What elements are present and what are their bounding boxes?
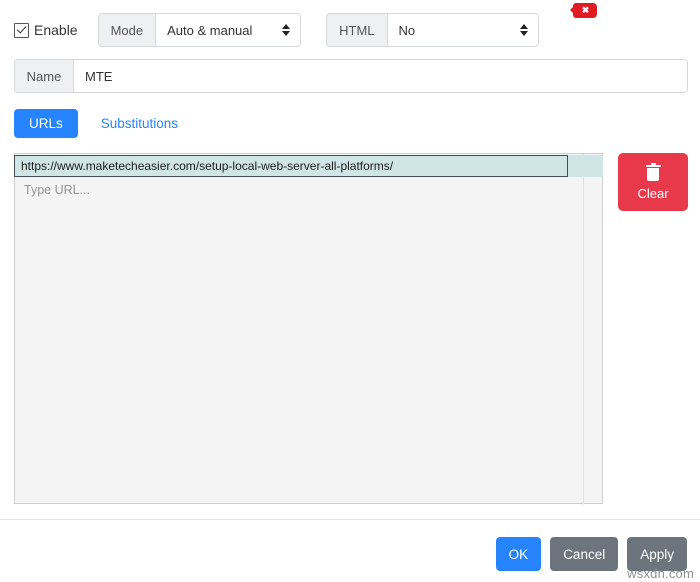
mode-select-value: Auto & manual: [167, 22, 253, 38]
list-column-divider: [583, 154, 584, 505]
new-url-input[interactable]: Type URL...: [16, 179, 567, 201]
delete-url-glyph: ✖: [581, 5, 590, 15]
chevron-updown-icon: [282, 23, 291, 37]
checkbox-checked-icon[interactable]: [14, 22, 29, 38]
enable-checkbox[interactable]: Enable: [14, 12, 78, 48]
name-label: Name: [15, 60, 74, 92]
name-field-group: Name MTE: [14, 59, 688, 93]
mode-field-group: Mode Auto & manual: [97, 13, 302, 47]
html-select[interactable]: No: [387, 14, 538, 46]
enable-label: Enable: [34, 22, 78, 38]
footer-divider: [0, 519, 700, 520]
chevron-updown-icon: [519, 23, 529, 37]
mode-select[interactable]: Auto & manual: [156, 14, 301, 46]
cancel-button[interactable]: Cancel: [550, 537, 619, 571]
url-list-panel: [14, 153, 603, 505]
tab-urls[interactable]: URLs: [14, 108, 78, 139]
url-list-item[interactable]: https://www.maketecheasier.com/setup-loc…: [14, 155, 603, 177]
clear-button[interactable]: Clear: [618, 153, 688, 211]
tab-substitutions[interactable]: Substitutions: [86, 109, 193, 139]
trash-icon: [645, 162, 661, 182]
clear-button-label: Clear: [637, 185, 669, 201]
watermark: wsxdn.com: [627, 566, 694, 581]
html-select-value: No: [398, 22, 416, 38]
name-row: Name MTE: [14, 59, 688, 93]
mode-label: Mode: [98, 14, 157, 46]
delete-url-icon[interactable]: ✖: [570, 3, 597, 18]
url-input[interactable]: https://www.maketecheasier.com/setup-loc…: [14, 155, 568, 177]
html-field-group: HTML No: [326, 13, 539, 47]
name-input[interactable]: MTE: [74, 60, 687, 92]
html-label: HTML: [327, 14, 388, 46]
tab-bar: URLs Substitutions: [14, 107, 193, 140]
ok-button[interactable]: OK: [495, 537, 542, 571]
dialog-footer: OK Cancel Apply: [0, 536, 700, 572]
